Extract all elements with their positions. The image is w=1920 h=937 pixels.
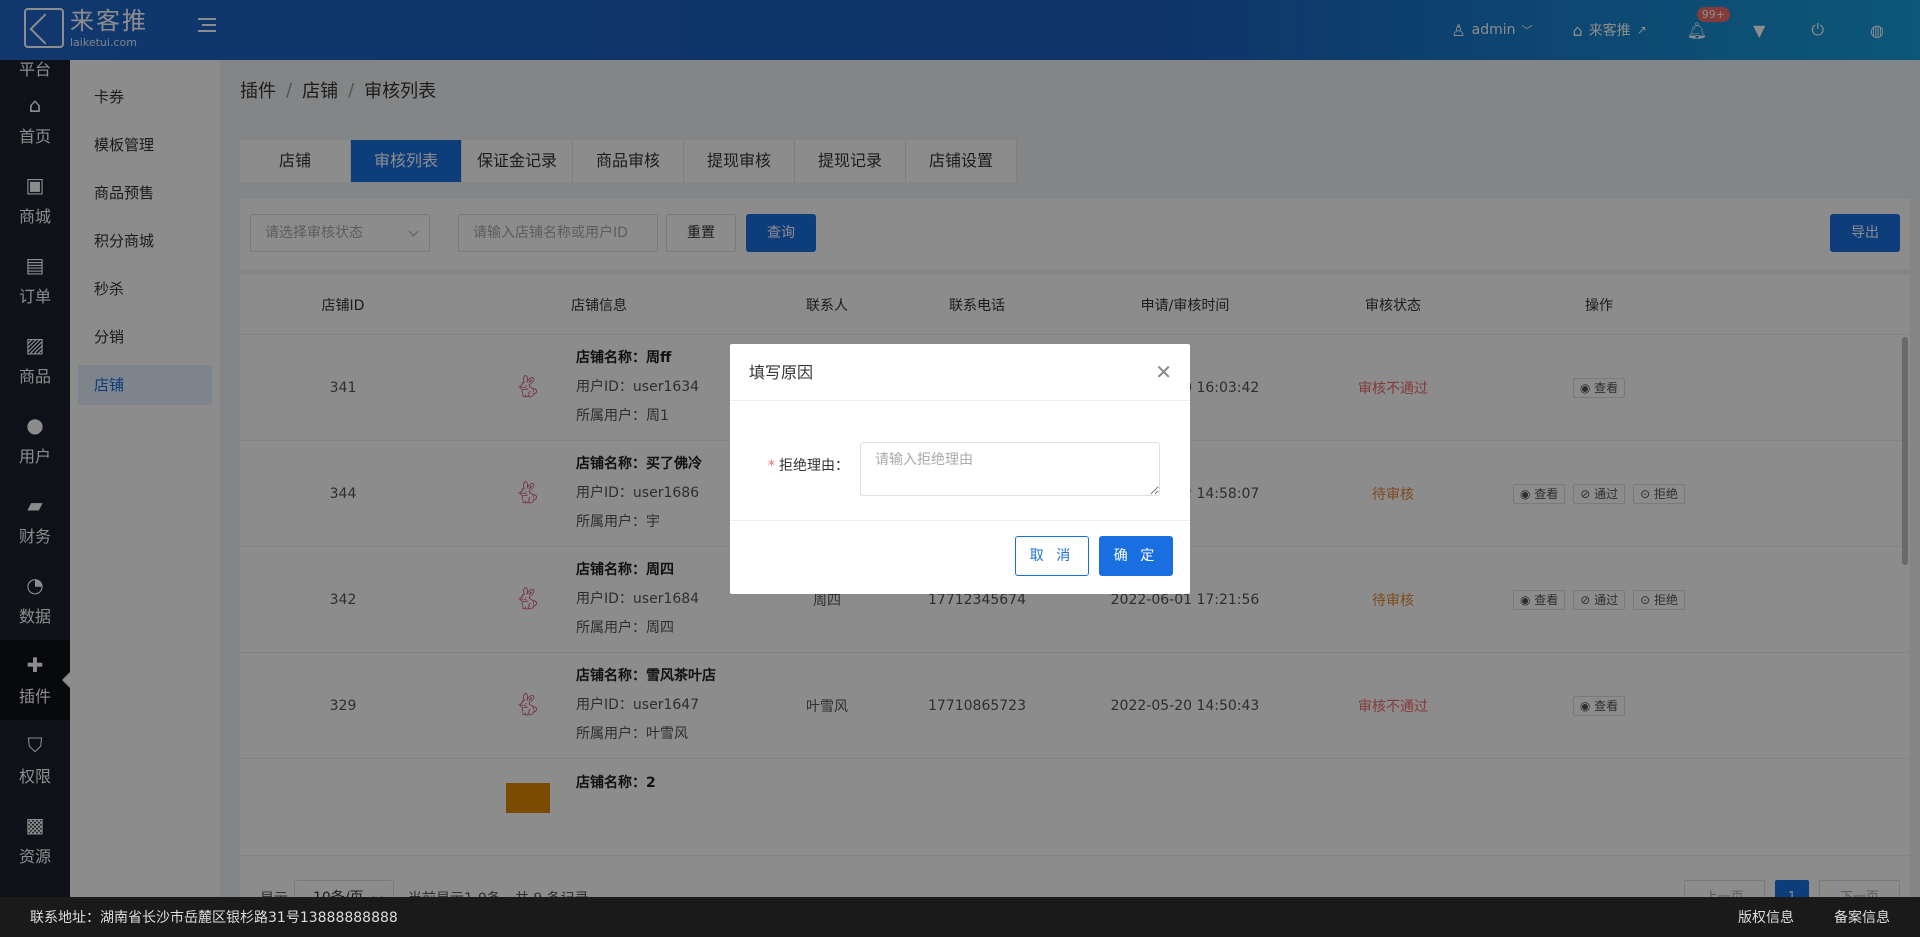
footer-address: 联系地址：湖南省长沙市岳麓区银杉路31号13888888888 [30, 910, 398, 926]
reject-reason-label: * 拒绝理由： [768, 455, 849, 475]
dialog-title: 填写原因 [749, 363, 814, 382]
cancel-button[interactable]: 取 消 [1015, 536, 1089, 576]
confirm-button[interactable]: 确 定 [1099, 536, 1173, 576]
reject-reason-dialog: 填写原因 ✕ *拒绝理由： 取 消 确 定 [730, 344, 1190, 594]
record-link[interactable]: 备案信息 [1834, 907, 1890, 927]
reject-reason-textarea[interactable] [860, 442, 1160, 496]
reject-reason-label-text: 拒绝理由： [779, 458, 849, 474]
required-mark: * [768, 458, 775, 474]
close-icon[interactable]: ✕ [1155, 344, 1172, 401]
footer: 联系地址：湖南省长沙市岳麓区银杉路31号13888888888 版权信息 备案信… [0, 897, 1920, 937]
copyright-link[interactable]: 版权信息 [1738, 907, 1794, 927]
